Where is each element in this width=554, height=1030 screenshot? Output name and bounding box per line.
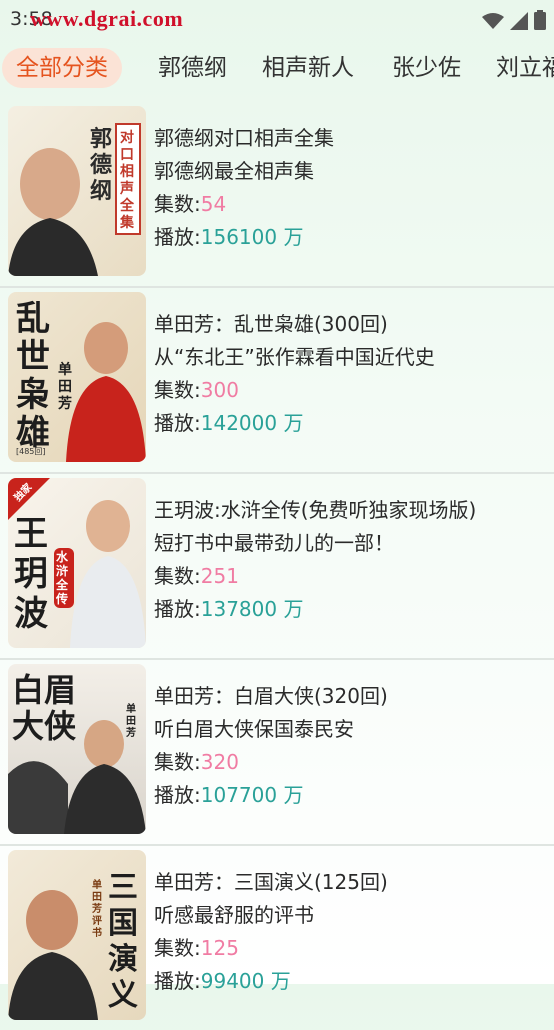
play-count: 播放:99400 万	[154, 969, 291, 993]
tab-zhang-shaozuo[interactable]: 张少佐	[392, 48, 461, 88]
cover-title: 白眉大侠	[12, 671, 77, 745]
album-meta: 单田芳：白眉大侠(320回) 听白眉大侠保国泰民安 集数:320 播放:1077…	[154, 680, 546, 812]
album-meta: 单田芳：三国演义(125回) 听感最舒服的评书 集数:125 播放:99400 …	[154, 866, 546, 998]
cover-subtitle: 水浒全传	[54, 548, 74, 608]
album-cover: 独家 王玥波 水浒全传	[8, 478, 146, 648]
album-meta: 郭德纲对口相声全集 郭德纲最全相声集 集数:54 播放:156100 万	[154, 122, 546, 254]
episode-count: 集数:300	[154, 378, 239, 402]
album-cover: 郭德纲 对口相声全集	[8, 106, 146, 276]
cover-title: 王玥波	[14, 514, 48, 634]
play-count: 播放:142000 万	[154, 411, 304, 435]
tab-all-categories[interactable]: 全部分类	[2, 48, 122, 88]
cover-title: 郭德纲	[90, 126, 113, 204]
cover-title: 三国演义	[108, 870, 138, 1013]
album-cover: 单田芳评书 三国演义	[8, 850, 146, 1020]
album-title: 单田芳：三国演义(125回)	[154, 870, 388, 894]
episode-count: 集数:54	[154, 192, 227, 216]
list-item[interactable]: 单田芳评书 三国演义 单田芳：三国演义(125回) 听感最舒服的评书 集数:12…	[0, 844, 554, 1030]
album-subtitle: 听感最舒服的评书	[154, 903, 314, 927]
cover-title: 乱世枭雄	[16, 299, 50, 453]
play-count: 播放:137800 万	[154, 597, 304, 621]
list-item[interactable]: 白眉大侠 单田芳 单田芳：白眉大侠(320回) 听白眉大侠保国泰民安 集数:32…	[0, 658, 554, 846]
cover-subtitle: 单田芳	[126, 704, 136, 739]
album-subtitle: 郭德纲最全相声集	[154, 159, 314, 183]
album-title: 单田芳：乱世枭雄(300回)	[154, 312, 388, 336]
cover-subtitle: 单田芳	[58, 362, 72, 412]
cover-subtitle: 对口相声全集	[120, 130, 134, 231]
tab-guo-degang[interactable]: 郭德纲	[158, 48, 227, 88]
tab-liu-lifu[interactable]: 刘立福	[496, 48, 554, 88]
status-bar: 3:58 www.dgrai.com	[0, 0, 554, 38]
episode-count: 集数:125	[154, 936, 239, 960]
album-title: 郭德纲对口相声全集	[154, 126, 334, 150]
play-count: 播放:156100 万	[154, 225, 304, 249]
category-tabs: 全部分类 郭德纲 相声新人 张少佐 刘立福	[0, 44, 554, 94]
list-item[interactable]: 郭德纲 对口相声全集 郭德纲对口相声全集 郭德纲最全相声集 集数:54 播放:1…	[0, 100, 554, 288]
album-title: 单田芳：白眉大侠(320回)	[154, 684, 388, 708]
signal-icon	[510, 12, 528, 30]
album-subtitle: 短打书中最带劲儿的一部！	[154, 531, 394, 555]
play-count: 播放:107700 万	[154, 783, 304, 807]
album-meta: 王玥波:水浒全传(免费听独家现场版) 短打书中最带劲儿的一部！ 集数:251 播…	[154, 494, 546, 626]
episode-count: 集数:251	[154, 564, 239, 588]
list-item[interactable]: 乱世枭雄 单田芳 [485回] 单田芳：乱世枭雄(300回) 从“东北王”张作霖…	[0, 286, 554, 474]
list-item[interactable]: 独家 王玥波 水浒全传 王玥波:水浒全传(免费听独家现场版) 短打书中最带劲儿的…	[0, 472, 554, 660]
album-meta: 单田芳：乱世枭雄(300回) 从“东北王”张作霖看中国近代史 集数:300 播放…	[154, 308, 546, 440]
cover-subtitle: 单田芳评书	[92, 880, 102, 939]
tab-new-comedians[interactable]: 相声新人	[262, 48, 354, 88]
album-title: 王玥波:水浒全传(免费听独家现场版)	[154, 498, 477, 522]
album-subtitle: 听白眉大侠保国泰民安	[154, 717, 354, 741]
battery-icon	[534, 10, 546, 30]
album-cover: 乱世枭雄 单田芳 [485回]	[8, 292, 146, 462]
status-icons	[482, 8, 546, 30]
episode-count: 集数:320	[154, 750, 239, 774]
cover-badge: [485回]	[16, 447, 46, 456]
wifi-icon	[482, 13, 504, 29]
watermark-text: www.dgrai.com	[30, 6, 184, 31]
album-subtitle: 从“东北王”张作霖看中国近代史	[154, 345, 435, 369]
album-cover: 白眉大侠 单田芳	[8, 664, 146, 834]
